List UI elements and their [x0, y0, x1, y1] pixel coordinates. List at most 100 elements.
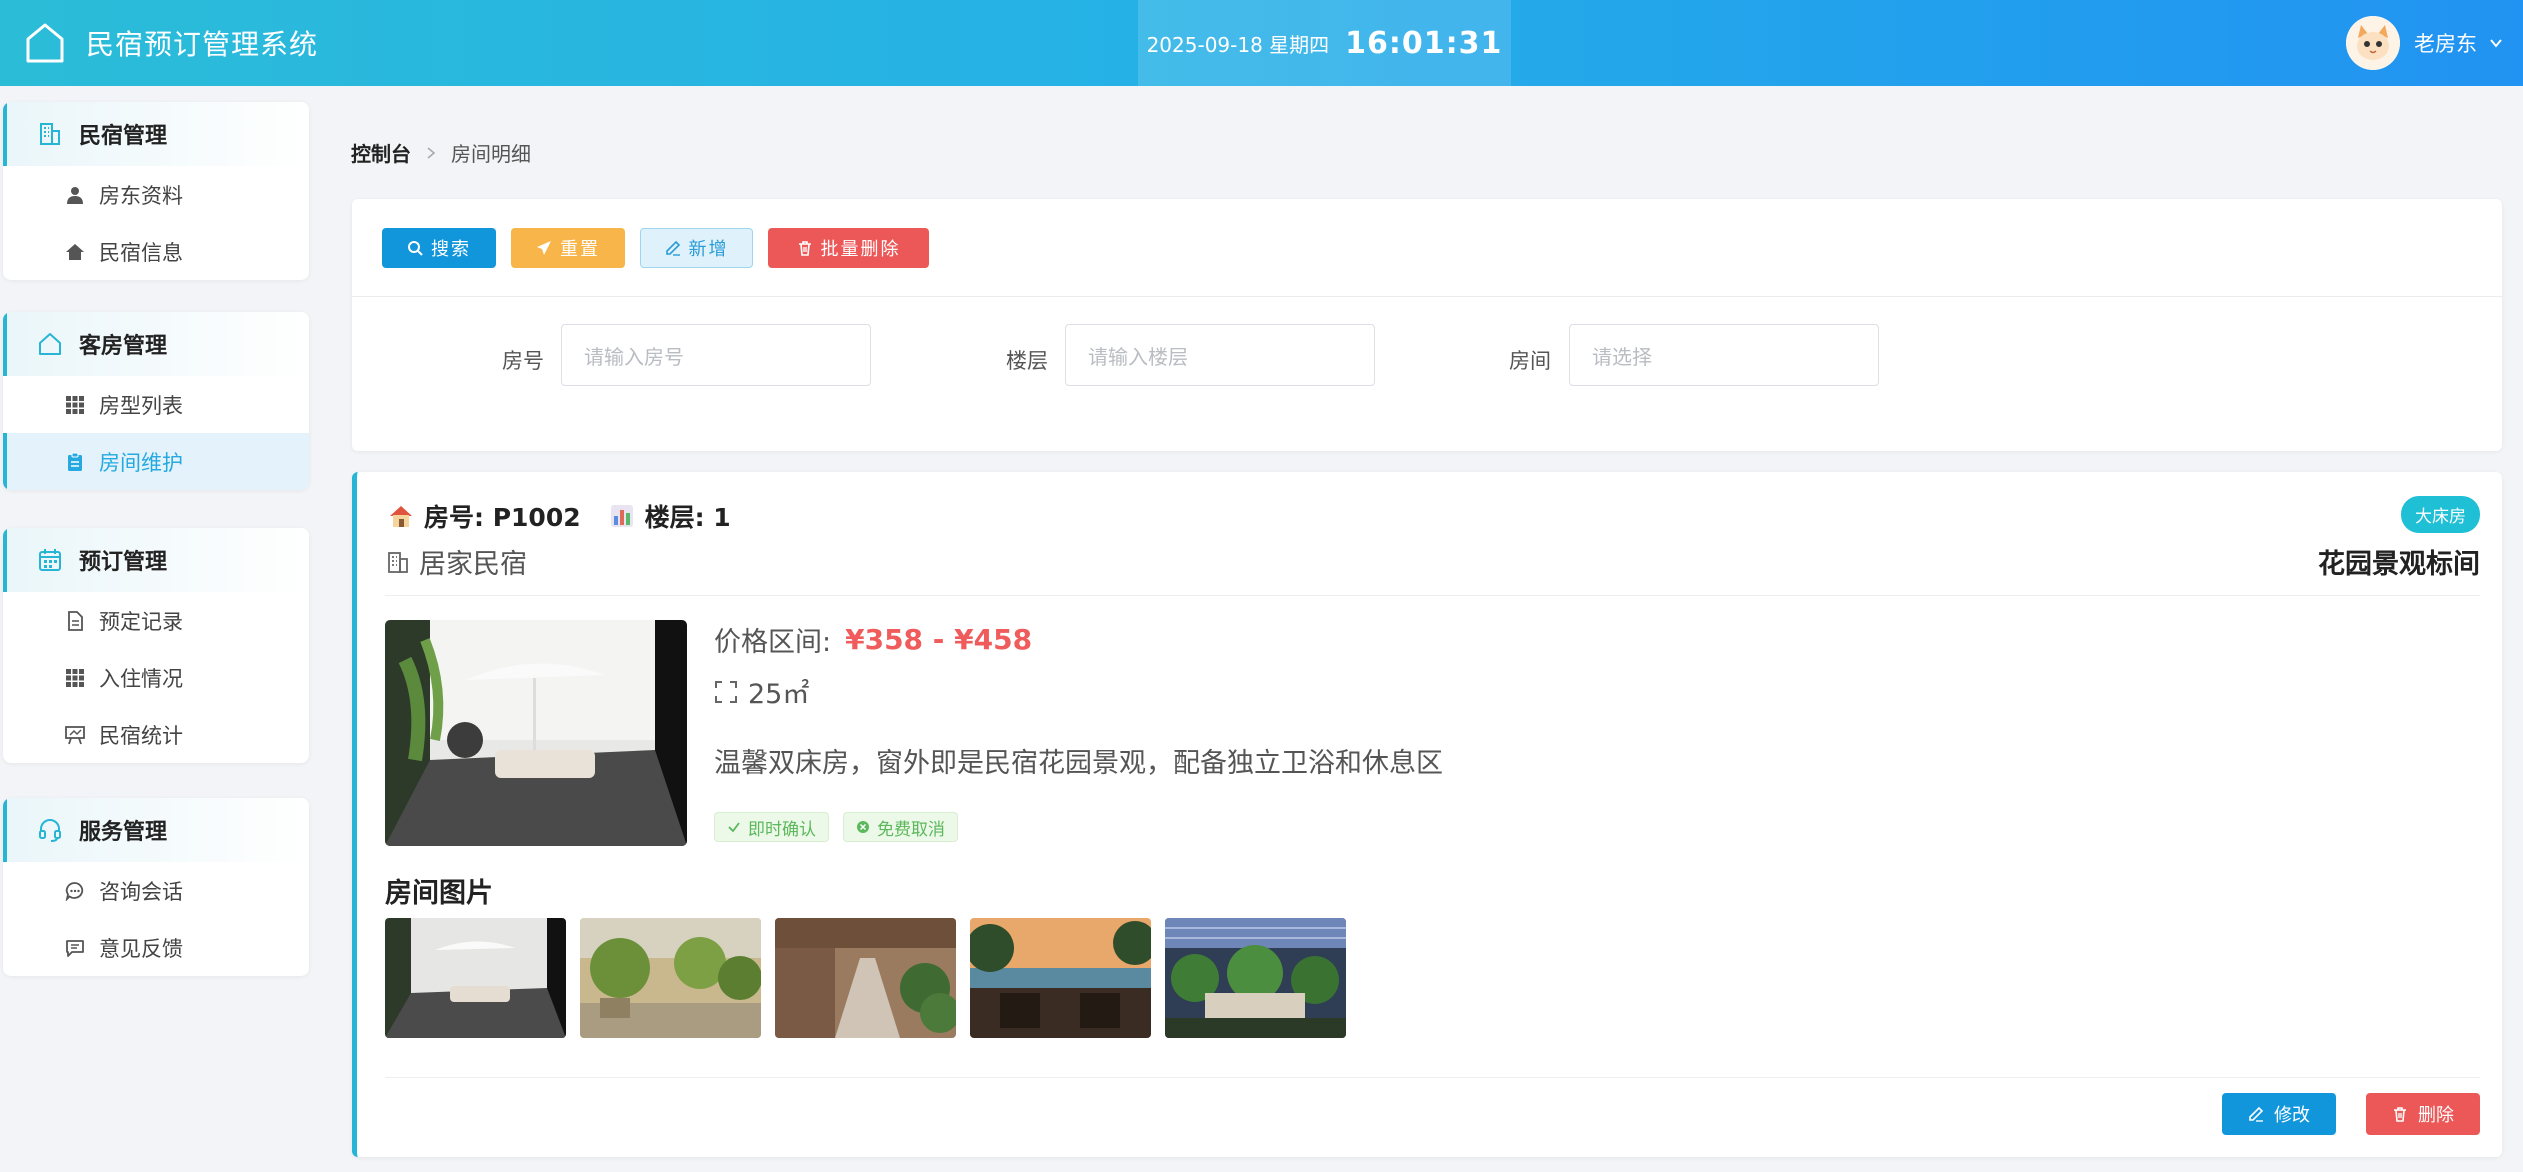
- sidebar-item-label: 民宿统计: [99, 723, 183, 748]
- delete-button[interactable]: 删除: [2366, 1093, 2480, 1135]
- nav-head-homestay[interactable]: 民宿管理: [3, 102, 309, 166]
- patio-thumbnail: [385, 918, 566, 1038]
- add-button[interactable]: 新增: [640, 227, 753, 268]
- nav-group-homestay: 民宿管理 房东资料 民宿信息: [3, 102, 309, 280]
- nav-head-rooms[interactable]: 客房管理: [3, 312, 309, 376]
- room-main-photo[interactable]: [385, 620, 687, 846]
- clock-date: 2025-09-18 星期四: [1146, 32, 1330, 57]
- gallery-image[interactable]: [580, 918, 761, 1038]
- home-logo-icon: [26, 23, 64, 63]
- tag-free-cancel: 免费取消: [843, 812, 958, 842]
- reset-button[interactable]: 重置: [511, 227, 625, 268]
- cat-avatar-icon: [2346, 16, 2400, 70]
- brand[interactable]: 民宿预订管理系统: [0, 21, 318, 65]
- tag-label: 即时确认: [748, 819, 816, 840]
- nav-head-service[interactable]: 服务管理: [3, 798, 309, 862]
- patio-photo: [385, 620, 687, 846]
- delete-button-label: 删除: [2418, 1105, 2454, 1126]
- home-icon: [66, 243, 84, 260]
- chart-board-icon: [65, 725, 85, 744]
- expand-icon: [715, 680, 737, 703]
- batch-delete-button[interactable]: 批量删除: [768, 227, 929, 268]
- edit-button[interactable]: 修改: [2222, 1093, 2336, 1135]
- pencil-icon: [2249, 1106, 2264, 1122]
- top-bar: 民宿预订管理系统 2025-09-18 星期四 16:01:31 老房东: [0, 0, 2523, 86]
- batch-delete-label: 批量删除: [820, 238, 901, 260]
- person-icon: [67, 186, 83, 204]
- room-number: 房号: P1002: [424, 503, 581, 532]
- room-header: 房号: P1002 楼层: 1: [388, 498, 731, 534]
- send-icon: [537, 240, 551, 255]
- building-icon: [388, 551, 408, 573]
- nav-group-service: 服务管理 咨询会话 意见反馈: [3, 798, 309, 976]
- user-name[interactable]: 老房东: [2414, 28, 2477, 58]
- sidebar-item-label: 预定记录: [99, 609, 183, 634]
- pencil-icon: [665, 240, 680, 256]
- sidebar-item-statistics[interactable]: 民宿统计: [3, 706, 309, 763]
- clipboard-icon: [68, 452, 82, 471]
- circle-close-icon: [857, 821, 869, 833]
- reset-button-label: 重置: [560, 238, 600, 260]
- chevron-right-icon: [427, 146, 436, 159]
- edit-button-label: 修改: [2274, 1105, 2310, 1126]
- search-button[interactable]: 搜索: [382, 227, 496, 268]
- sidebar-item-label: 民宿信息: [99, 240, 183, 265]
- homestay-name: 居家民宿: [419, 549, 527, 580]
- nav-head-booking[interactable]: 预订管理: [3, 528, 309, 592]
- breadcrumb-current: 房间明细: [451, 142, 531, 166]
- homestay-line: 居家民宿: [387, 542, 527, 581]
- room-description: 温馨双床房，窗外即是民宿花园景观，配备独立卫浴和休息区: [714, 748, 1443, 779]
- breadcrumb-home[interactable]: 控制台: [351, 138, 411, 167]
- sidebar-item-checkin-status[interactable]: 入住情况: [3, 649, 309, 706]
- sidebar-item-consultation[interactable]: 咨询会话: [3, 862, 309, 919]
- nav-head-label: 服务管理: [79, 820, 168, 845]
- room-card: 房号: P1002 楼层: 1 大床房 居家民宿 花园景观标间 价格区间: ¥3…: [352, 472, 2502, 1157]
- grid-icon: [66, 668, 84, 687]
- user-menu[interactable]: 老房东: [2346, 0, 2503, 86]
- sidebar-item-label: 入住情况: [99, 666, 183, 691]
- balcony-thumbnail: [970, 918, 1151, 1038]
- chevron-down-icon[interactable]: [2489, 36, 2503, 50]
- divider: [385, 595, 2480, 596]
- sidebar-item-room-types[interactable]: 房型列表: [3, 376, 309, 433]
- grid-icon: [66, 395, 84, 414]
- trash-icon: [798, 240, 811, 256]
- nav-group-booking: 预订管理 预定记录 入住情况 民宿统计: [3, 528, 309, 763]
- add-button-label: 新增: [688, 238, 729, 260]
- filters: 房号 请输入房号 楼层 请输入楼层 房间 请选择: [352, 297, 2502, 447]
- room-no-input[interactable]: 请输入房号: [561, 324, 871, 386]
- toolbar: 搜索 重置 新增 批量删除: [352, 199, 2502, 297]
- price-value: ¥358 - ¥458: [845, 622, 1033, 656]
- sidebar-item-label: 房间维护: [99, 450, 183, 475]
- tag-instant-confirm: 即时确认: [714, 812, 829, 842]
- headset-icon: [39, 819, 61, 842]
- sidebar-item-homestay-info[interactable]: 民宿信息: [3, 223, 309, 280]
- room-no-label: 房号: [502, 349, 544, 373]
- greenhouse-thumbnail: [1165, 918, 1346, 1038]
- sidebar-item-booking-records[interactable]: 预定记录: [3, 592, 309, 649]
- sidebar-item-room-maintenance[interactable]: 房间维护: [3, 433, 309, 490]
- area-row: 25㎡: [714, 672, 1443, 711]
- sidebar-item-feedback[interactable]: 意见反馈: [3, 919, 309, 976]
- check-icon: [728, 822, 740, 833]
- gallery-image[interactable]: [970, 918, 1151, 1038]
- home-outline-icon: [39, 333, 61, 355]
- garden-thumbnail: [580, 918, 761, 1038]
- sidebar-item-landlord-profile[interactable]: 房东资料: [3, 166, 309, 223]
- floor-input[interactable]: 请输入楼层: [1065, 324, 1375, 386]
- nav-head-label: 民宿管理: [79, 124, 168, 149]
- gallery-image[interactable]: [1165, 918, 1346, 1038]
- sidebar-item-label: 意见反馈: [99, 936, 183, 961]
- avatar[interactable]: [2346, 16, 2400, 70]
- search-icon: [408, 240, 423, 256]
- sidebar-item-label: 房型列表: [99, 393, 183, 418]
- divider: [385, 1077, 2480, 1078]
- sidebar-item-label: 咨询会话: [99, 879, 183, 904]
- corridor-thumbnail: [775, 918, 956, 1038]
- calendar-icon: [39, 549, 61, 571]
- gallery-image[interactable]: [775, 918, 956, 1038]
- room-gallery: [385, 918, 1360, 1038]
- room-select[interactable]: 请选择: [1569, 324, 1879, 386]
- gallery-image[interactable]: [385, 918, 566, 1038]
- search-button-label: 搜索: [431, 238, 471, 260]
